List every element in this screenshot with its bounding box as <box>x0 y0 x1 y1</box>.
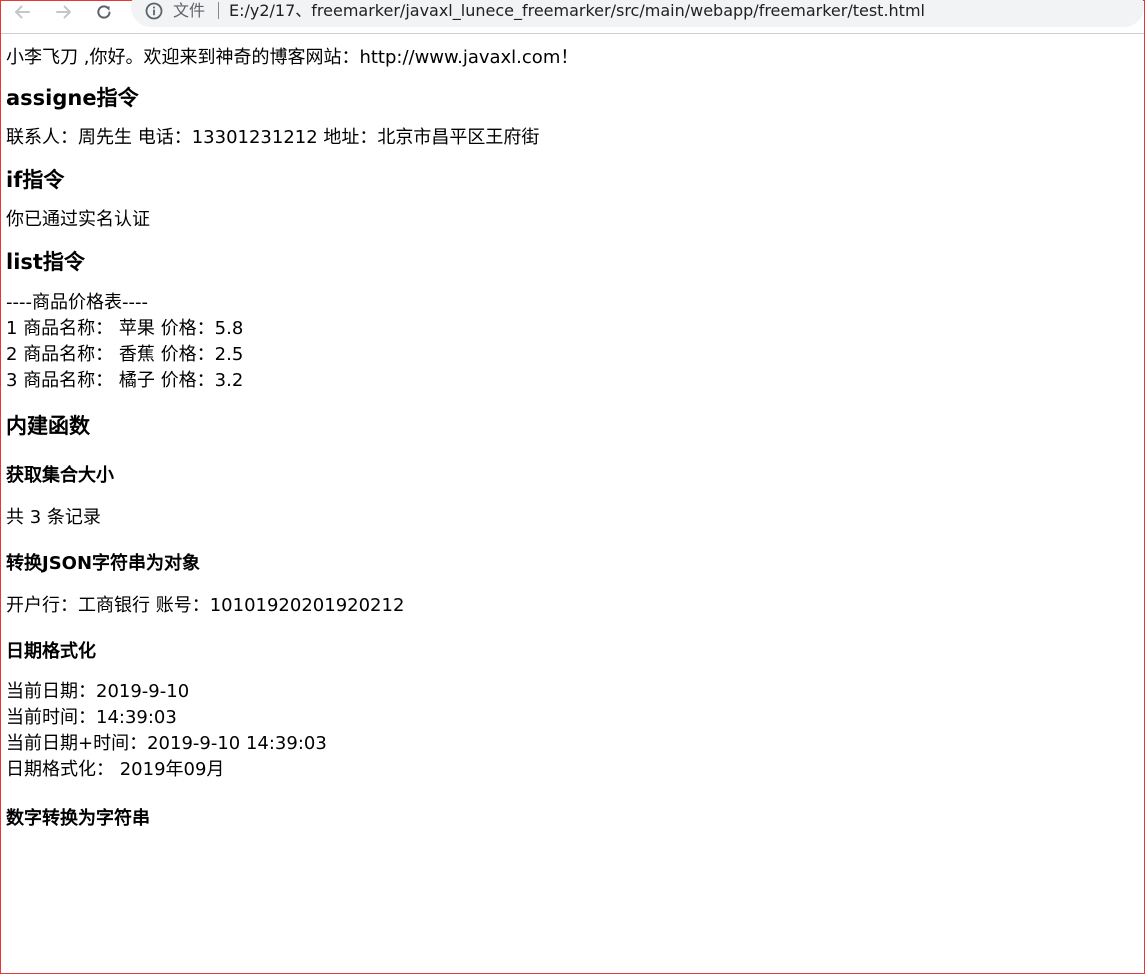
size-subheading: 获取集合大小 <box>6 465 114 486</box>
contact-line: 联系人：周先生 电话：13301231212 地址：北京市昌平区王府街 <box>6 127 540 148</box>
formatted-date: 日期格式化： 2019年09月 <box>6 759 225 780</box>
item-price-label: 价格： <box>160 370 215 391</box>
address-bar[interactable]: 文件 E:/y2/17、freemarker/javaxl_lunece_fre… <box>131 0 1144 27</box>
info-icon[interactable] <box>145 2 163 24</box>
back-button[interactable] <box>7 1 37 23</box>
scheme-divider <box>218 2 219 19</box>
item-index: 2 <box>6 344 18 365</box>
item-name: 苹果 <box>118 318 155 339</box>
item-price: 5.8 <box>214 318 244 339</box>
item-name-label: 商品名称： <box>23 344 114 365</box>
number-subheading: 数字转换为字符串 <box>6 808 150 829</box>
arrow-right-icon <box>55 4 73 20</box>
url-text[interactable]: E:/y2/17、freemarker/javaxl_lunece_freema… <box>229 1 925 21</box>
arrow-left-icon <box>13 4 31 20</box>
item-price: 2.5 <box>214 344 244 365</box>
price-list: ----商品价格表---- 1 商品名称： 苹果 价格：5.8 2 商品名称： … <box>6 290 1136 394</box>
greeting-text: 小李飞刀 ,你好。欢迎来到神奇的博客网站：http://www.javaxl.c… <box>6 47 579 68</box>
assign-heading: assigne指令 <box>6 86 139 110</box>
list-item: 1 商品名称： 苹果 价格：5.8 <box>6 316 1136 342</box>
current-date: 当前日期：2019-9-10 <box>6 681 190 702</box>
scheme-label: 文件 <box>173 1 206 20</box>
item-index: 3 <box>6 370 18 391</box>
current-datetime: 当前日期+时间：2019-9-10 14:39:03 <box>6 733 327 754</box>
forward-button[interactable] <box>49 1 79 23</box>
list-heading: list指令 <box>6 250 85 274</box>
verified-text: 你已通过实名认证 <box>6 209 150 230</box>
date-subheading: 日期格式化 <box>6 641 96 662</box>
size-text: 共 3 条记录 <box>6 507 101 528</box>
bank-line: 开户行：工商银行 账号：10101920201920212 <box>6 595 405 616</box>
reload-button[interactable] <box>89 1 119 23</box>
list-item: 2 商品名称： 香蕉 价格：2.5 <box>6 342 1136 368</box>
item-name: 香蕉 <box>118 344 155 365</box>
json-subheading: 转换JSON字符串为对象 <box>6 553 201 574</box>
item-price: 3.2 <box>214 370 244 391</box>
if-heading: if指令 <box>6 168 65 192</box>
browser-toolbar: 文件 E:/y2/17、freemarker/javaxl_lunece_fre… <box>1 0 1144 34</box>
current-time: 当前时间：14:39:03 <box>6 707 177 728</box>
item-name-label: 商品名称： <box>23 318 114 339</box>
item-index: 1 <box>6 318 18 339</box>
page-content: 小李飞刀 ,你好。欢迎来到神奇的博客网站：http://www.javaxl.c… <box>6 35 1136 831</box>
builtins-heading: 内建函数 <box>6 414 90 438</box>
list-item: 3 商品名称： 橘子 价格：3.2 <box>6 368 1136 394</box>
item-name-label: 商品名称： <box>23 370 114 391</box>
item-price-label: 价格： <box>160 318 215 339</box>
price-table-title: ----商品价格表---- <box>6 292 148 313</box>
date-list: 当前日期：2019-9-10 当前时间：14:39:03 当前日期+时间：201… <box>6 679 1136 783</box>
item-name: 橘子 <box>118 370 155 391</box>
reload-icon <box>95 3 113 21</box>
item-price-label: 价格： <box>160 344 215 365</box>
